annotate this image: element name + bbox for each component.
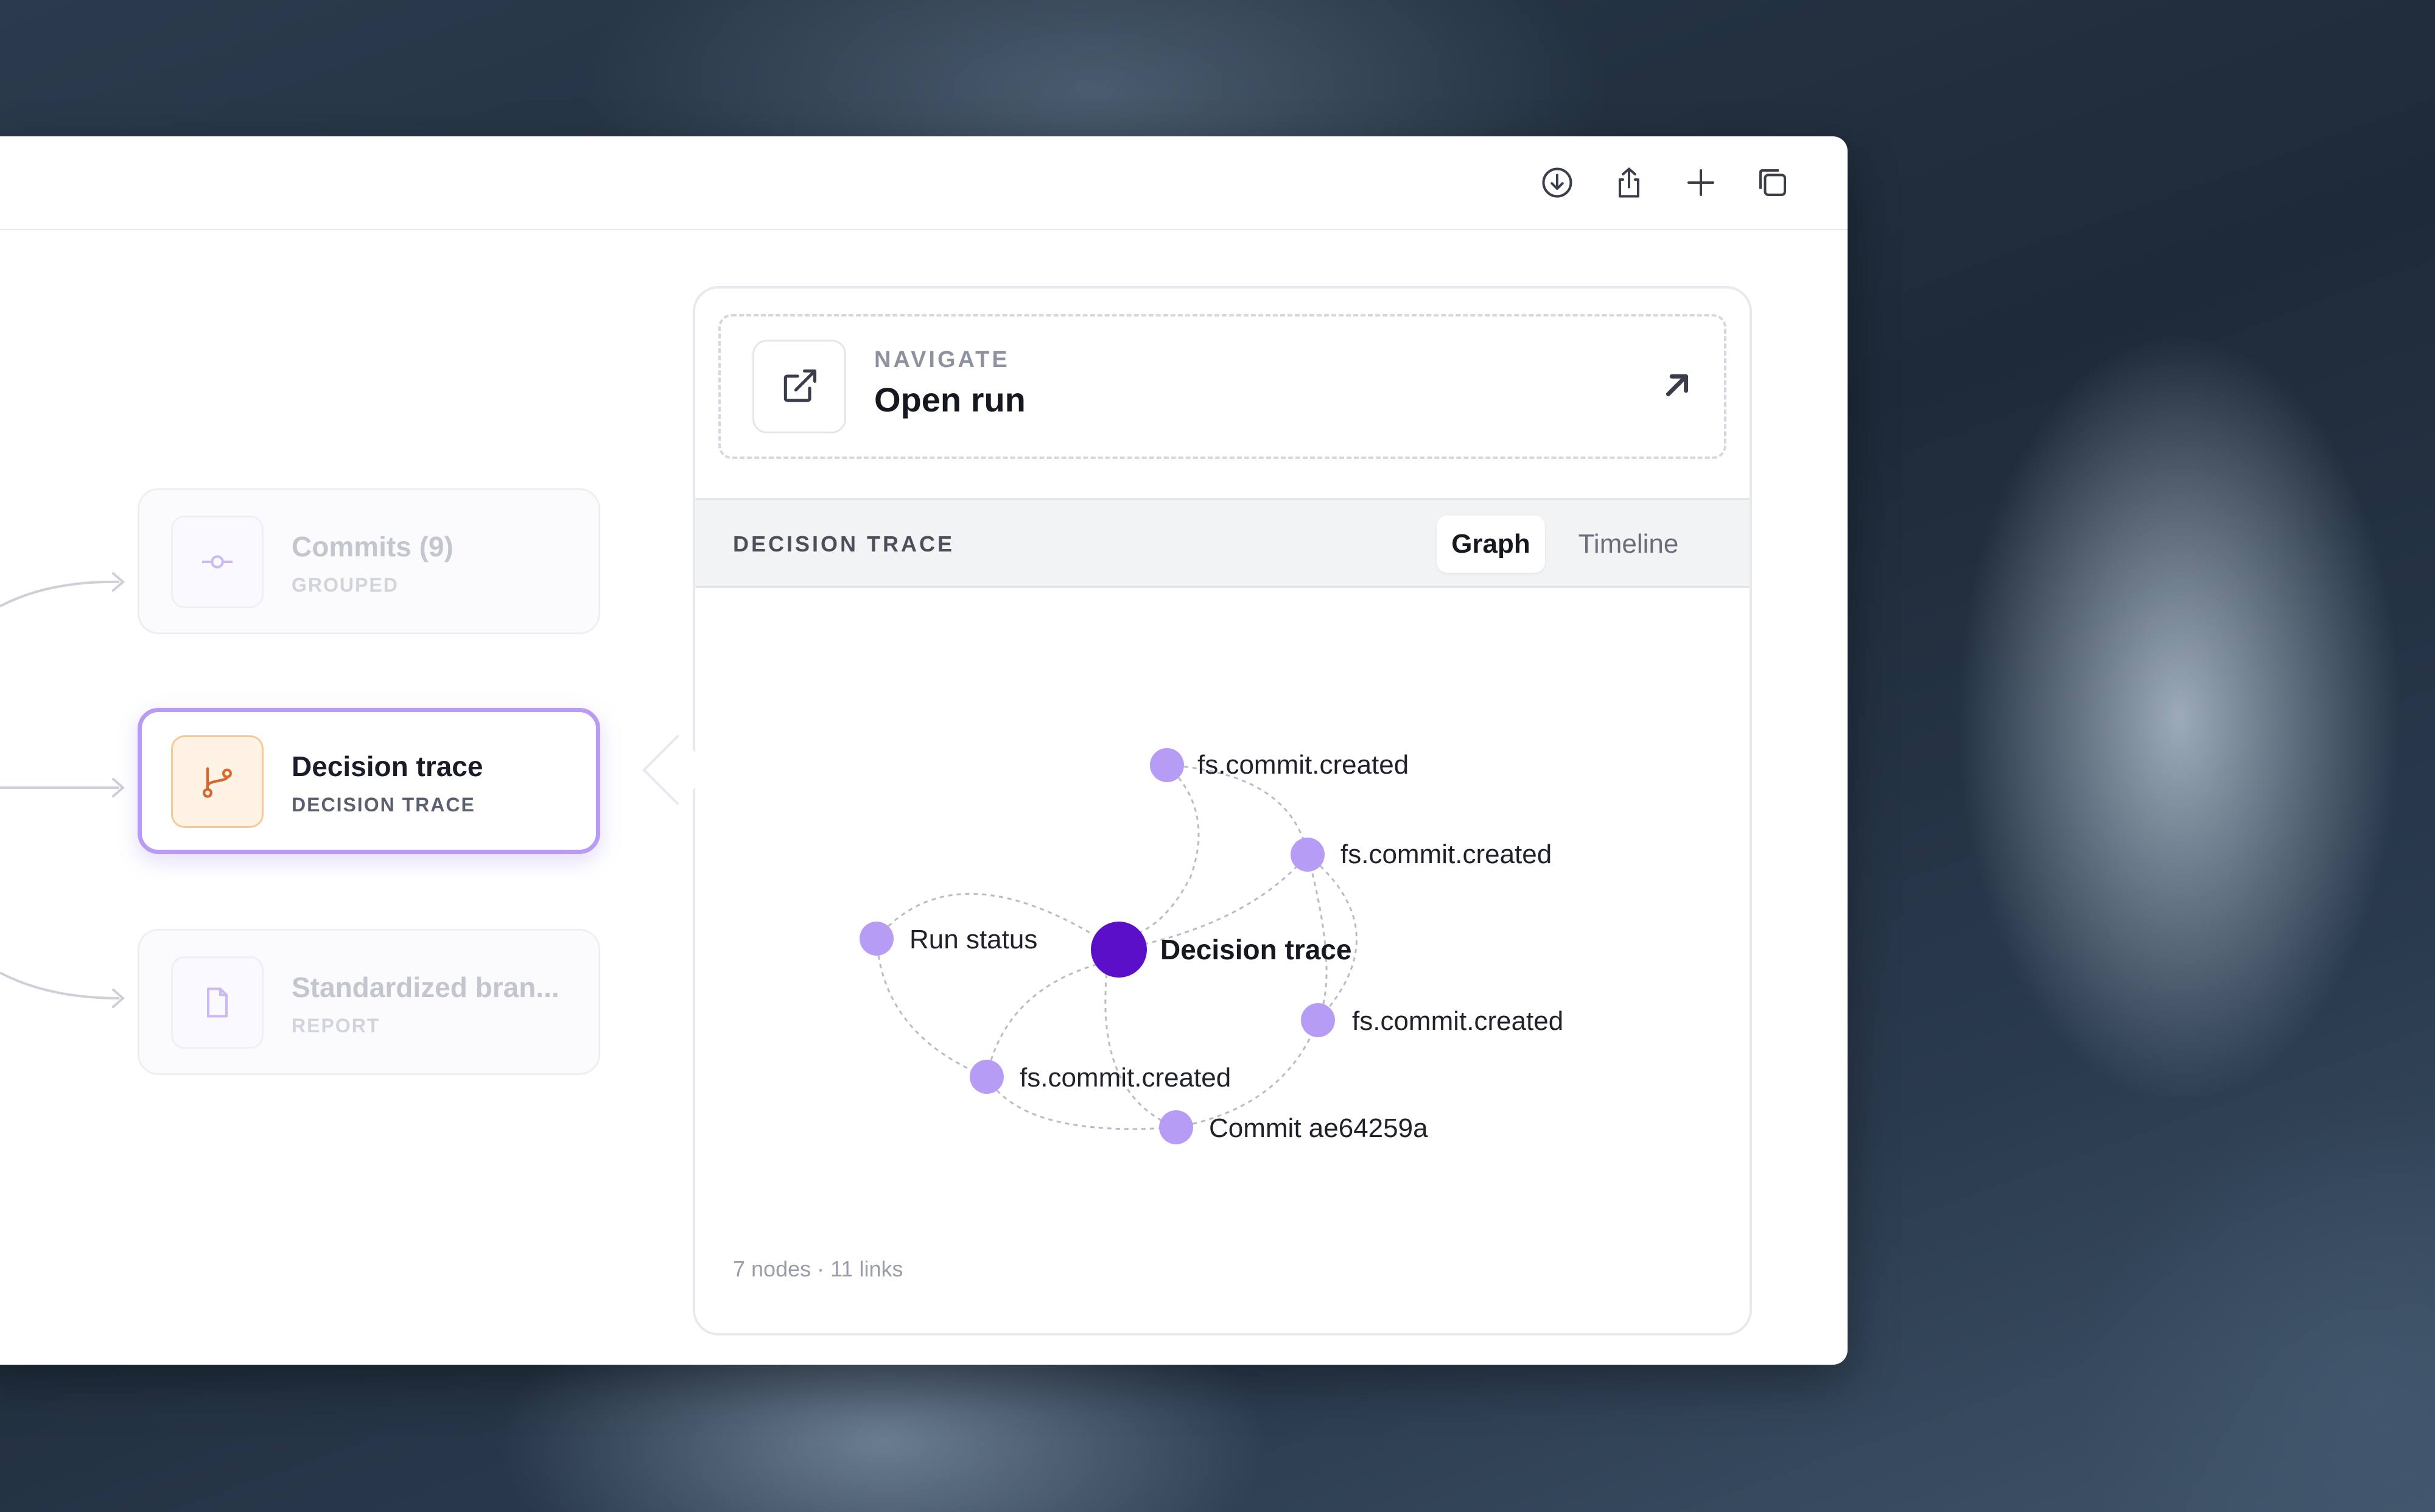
node-title: Standardized bran... bbox=[292, 971, 559, 1003]
navigate-kicker: NAVIGATE bbox=[874, 347, 1010, 373]
tab-graph[interactable]: Graph bbox=[1437, 516, 1545, 573]
graph-node[interactable] bbox=[970, 1060, 1004, 1094]
commit-icon bbox=[171, 516, 264, 608]
document-icon bbox=[171, 956, 264, 1049]
decision-trace-header: DECISION TRACE Graph Timeline bbox=[695, 498, 1750, 588]
share-icon[interactable] bbox=[1607, 161, 1651, 205]
graph-node[interactable] bbox=[1159, 1110, 1193, 1144]
graph-stats: 7 nodes · 11 links bbox=[733, 1256, 903, 1281]
plus-icon[interactable] bbox=[1679, 161, 1723, 205]
branch-icon bbox=[171, 735, 264, 828]
node-title: Decision trace bbox=[292, 751, 483, 782]
pipeline-node-decision-trace[interactable]: Decision trace DECISION TRACE bbox=[138, 708, 600, 854]
decision-trace-label: DECISION TRACE bbox=[733, 531, 955, 556]
open-run-title: Open run bbox=[874, 380, 1026, 419]
graph-node-root[interactable] bbox=[1091, 922, 1147, 978]
tabs-icon[interactable] bbox=[1751, 161, 1795, 205]
tab-timeline[interactable]: Timeline bbox=[1558, 516, 1698, 573]
external-link-icon bbox=[752, 340, 846, 433]
node-subtitle: GROUPED bbox=[292, 574, 399, 596]
pipeline-connectors bbox=[0, 572, 125, 1008]
arrow-up-right-icon bbox=[1666, 374, 1689, 397]
browser-window: Commits (9) GROUPED Decision trace DECIS… bbox=[0, 136, 1848, 1365]
pipeline-node-report[interactable]: Standardized bran... REPORT bbox=[138, 929, 600, 1075]
graph-node[interactable] bbox=[1291, 838, 1325, 872]
node-subtitle: REPORT bbox=[292, 1015, 380, 1037]
download-icon[interactable] bbox=[1535, 161, 1579, 205]
pipeline-node-commits[interactable]: Commits (9) GROUPED bbox=[138, 488, 600, 634]
graph-node[interactable] bbox=[1301, 1003, 1335, 1037]
node-title: Commits (9) bbox=[292, 531, 454, 562]
graph-node[interactable] bbox=[860, 922, 894, 956]
open-run-card[interactable]: NAVIGATE Open run bbox=[718, 314, 1726, 459]
node-subtitle: DECISION TRACE bbox=[292, 794, 475, 816]
toolbar bbox=[0, 136, 1848, 230]
graph-node[interactable] bbox=[1150, 748, 1184, 782]
inspector-panel: NAVIGATE Open run DECISION TRACE Graph T… bbox=[693, 286, 1752, 1335]
